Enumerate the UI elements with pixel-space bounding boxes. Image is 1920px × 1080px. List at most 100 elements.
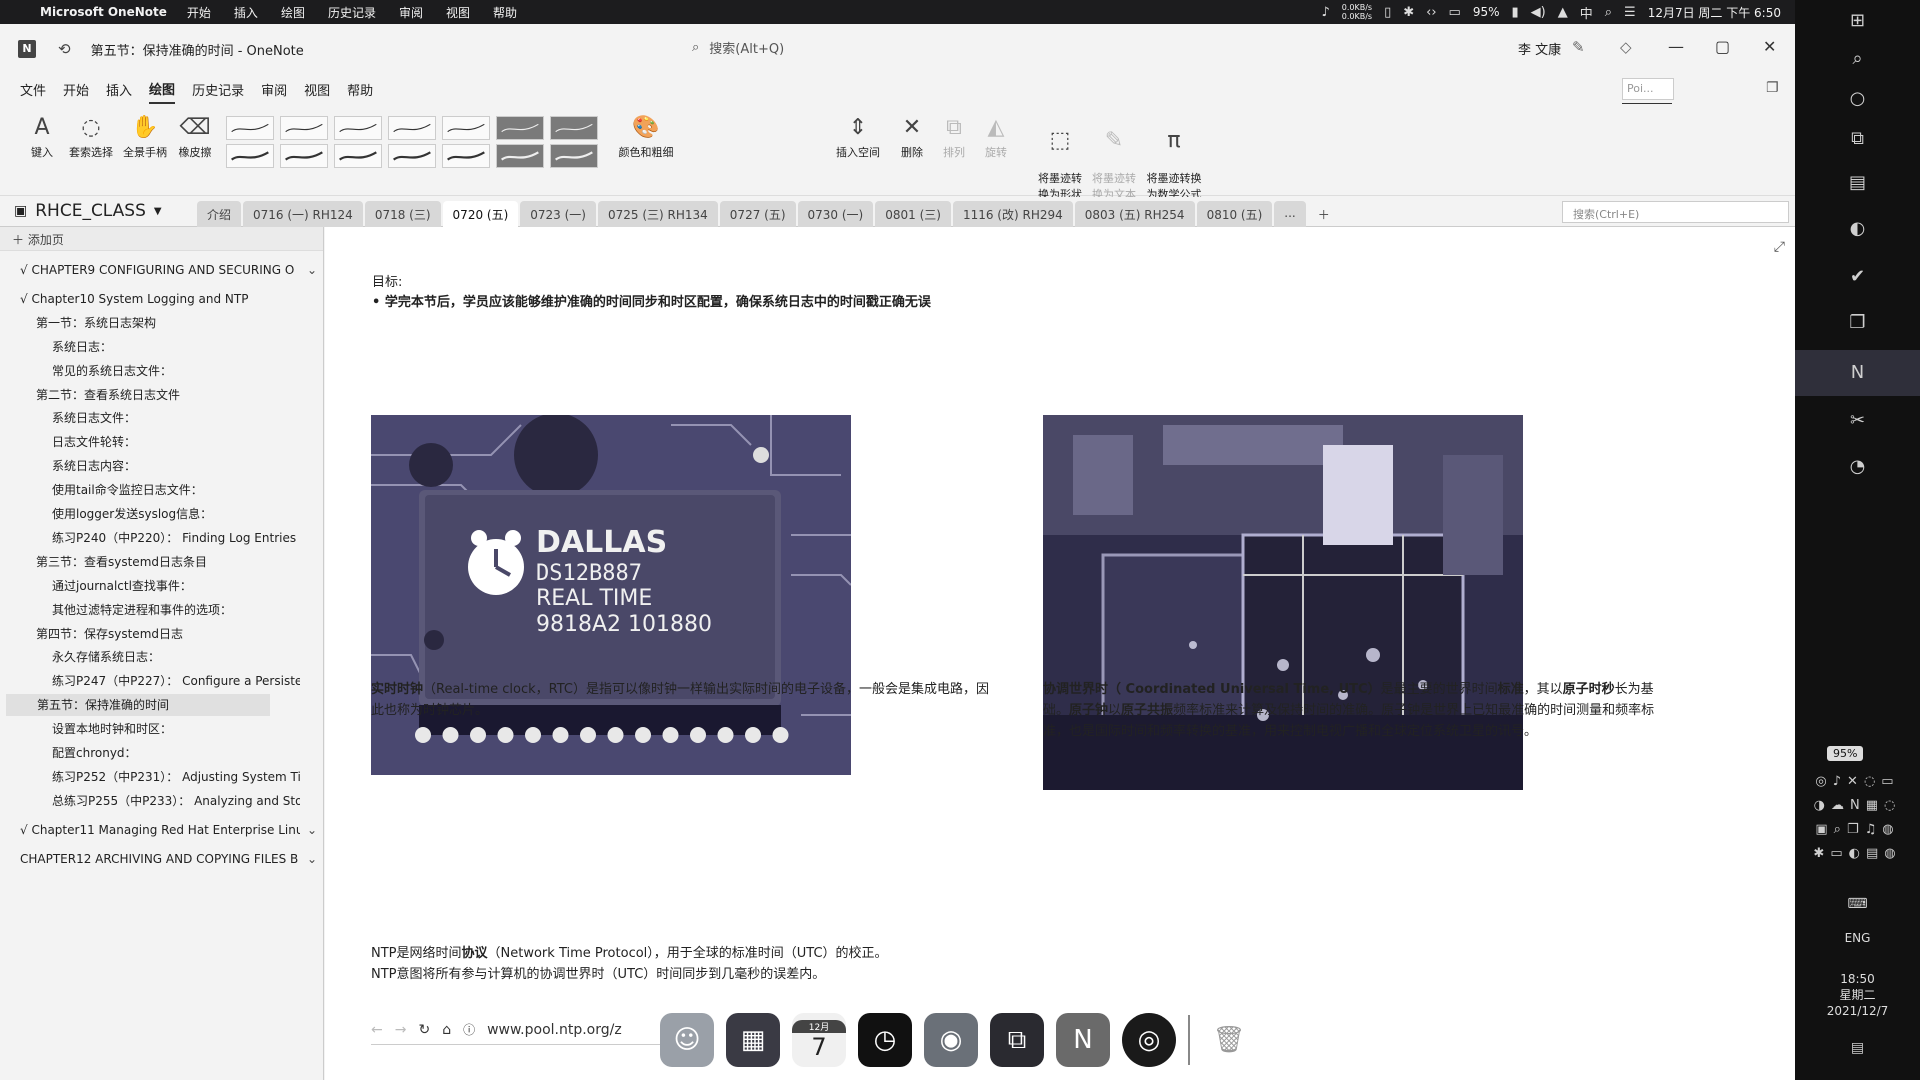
tab-history[interactable]: 历史记录 [192, 76, 244, 103]
obs-icon[interactable]: ◎ [1122, 1013, 1176, 1067]
section-tab[interactable]: 介绍 [197, 201, 242, 227]
spotlight-icon[interactable]: ⌕ [1605, 5, 1612, 20]
arrange-button[interactable]: ⧉ 排列 [936, 112, 972, 160]
calendar-icon[interactable]: 12月 7 [792, 1013, 846, 1067]
chevron-down-icon[interactable]: ⌄ [307, 263, 317, 277]
onenote-icon[interactable]: N [1056, 1013, 1110, 1067]
audio-icon[interactable]: ♪ [1321, 5, 1329, 20]
section-tab[interactable]: 1116 (改) RH294 [952, 201, 1073, 227]
section-tab[interactable]: 0723 (一) [520, 201, 596, 227]
multiwindow-icon[interactable]: ⧉ [990, 1013, 1044, 1067]
page-item[interactable]: 系统日志文件： [52, 407, 300, 429]
pen-swatch[interactable] [550, 116, 598, 140]
screenshot-icon[interactable]: ◉ [924, 1013, 978, 1067]
page-item[interactable]: 第二节：查看系统日志文件 [36, 384, 300, 406]
page-item[interactable]: 练习P247（中P227）： Configure a Persisten [52, 670, 300, 692]
task-view-icon[interactable]: ⧉ [1795, 128, 1920, 149]
back-arrow-icon[interactable]: ⟲ [58, 40, 71, 58]
diamond-icon[interactable]: ◇ [1620, 38, 1632, 56]
check-app-icon[interactable]: ✔ [1795, 266, 1920, 287]
rotate-button[interactable]: ◭ 旋转 [978, 112, 1014, 160]
section-tab[interactable]: ... [1274, 201, 1306, 227]
section-tab[interactable]: 0801 (三) [875, 201, 951, 227]
trash-icon[interactable]: 🗑 [1202, 1013, 1256, 1067]
finder-icon[interactable]: ☺ [660, 1013, 714, 1067]
tab-home[interactable]: 开始 [63, 76, 89, 103]
panel-icon[interactable]: ❐ [1766, 80, 1779, 96]
section-search-input[interactable]: 搜索(Ctrl+E) [1562, 201, 1789, 223]
chapter-item[interactable]: CHAPTER12 ARCHIVING AND COPYING FILES B [20, 848, 300, 870]
windows-logo-icon[interactable]: ⊞ [1795, 10, 1920, 31]
chevron-down-icon[interactable]: ⌄ [307, 823, 317, 837]
section-tab[interactable]: 0718 (三) [364, 201, 441, 227]
tab-review[interactable]: 审阅 [261, 76, 287, 103]
section-tab[interactable]: 0716 (一) RH124 [243, 201, 363, 227]
pen-swatch[interactable] [442, 144, 490, 168]
tab-help[interactable]: 帮助 [347, 76, 373, 103]
menu-clock[interactable]: 12月7日 周二 下午 6:50 [1648, 4, 1781, 21]
battery-indicator[interactable]: 95% [1827, 746, 1864, 761]
tab-insert[interactable]: 插入 [106, 76, 132, 103]
page-item[interactable]: 使用logger发送syslog信息： [52, 503, 300, 525]
page-canvas[interactable]: ⤢ 目标: • 学完本节后，学员应该能够维护准确的时间同步和时区配置，确保系统日… [325, 227, 1795, 1080]
pan-button[interactable]: ✋ 全景手柄 [120, 112, 170, 160]
pen-swatch[interactable] [226, 144, 274, 168]
keyboard-icon[interactable]: ⌨ [1795, 896, 1920, 912]
control-center-icon[interactable]: ☰ [1624, 5, 1636, 20]
pen-swatch[interactable] [334, 144, 382, 168]
page-item[interactable]: 第五节：保持准确的时间 [6, 694, 270, 717]
page-item[interactable]: 第一节：系统日志架构 [36, 312, 300, 334]
page-item[interactable]: 常见的系统日志文件： [52, 360, 300, 382]
page-item[interactable]: 系统日志： [52, 336, 300, 358]
chevron-down-icon[interactable]: ⌄ [307, 852, 317, 866]
code-icon[interactable]: ‹› [1426, 5, 1436, 20]
search-box[interactable]: ⌕ 搜索(Alt+Q) [692, 38, 784, 57]
page-item[interactable]: 日志文件轮转： [52, 431, 300, 453]
delete-button[interactable]: ✕ 删除 [892, 112, 932, 160]
clock-icon[interactable]: ◷ [858, 1013, 912, 1067]
pen-icon[interactable]: ✎ [1572, 38, 1585, 56]
back-icon[interactable]: ← [371, 1022, 383, 1038]
pen-swatch[interactable] [388, 144, 436, 168]
section-tab[interactable]: 0803 (五) RH254 [1074, 201, 1195, 227]
section-tab[interactable]: 0720 (五) [442, 201, 519, 227]
folder-icon[interactable]: ▤ [1795, 172, 1920, 193]
forward-icon[interactable]: → [395, 1022, 407, 1038]
section-tab[interactable]: 0810 (五) [1196, 201, 1273, 227]
mac-menu-draw[interactable]: 绘图 [281, 4, 305, 21]
mac-menu-view[interactable]: 视图 [446, 4, 470, 21]
page-item[interactable]: 其他过滤特定进程和事件的选项： [52, 599, 300, 621]
tab-draw[interactable]: 绘图 [149, 75, 176, 104]
input-method-icon[interactable]: 中 [1580, 3, 1593, 22]
volume-icon[interactable]: ◀) [1531, 5, 1546, 20]
chapter-item[interactable]: √ Chapter11 Managing Red Hat Enterprise … [20, 819, 300, 841]
reload-icon[interactable]: ↻ [418, 1022, 430, 1038]
tray-icons-row-2[interactable]: ◑☁N▦◌ [1795, 798, 1920, 813]
page-item[interactable]: 总练习P255（中P233）： Analyzing and Stori [52, 790, 300, 812]
page-item[interactable]: 通过journalctl查找事件： [52, 575, 300, 597]
insert-space-button[interactable]: ⇕ 插入空间 [830, 112, 886, 160]
launchpad-icon[interactable]: ▦ [726, 1013, 780, 1067]
battery-icon[interactable]: ▮ [1512, 5, 1519, 20]
tray-icons-row-1[interactable]: ◎♪✕◌▭ [1795, 774, 1920, 789]
mac-menu-help[interactable]: 帮助 [493, 4, 517, 21]
chapter-item[interactable]: √ CHAPTER9 CONFIGURING AND SECURING O [20, 259, 300, 281]
page-item[interactable]: 练习P240（中P220）： Finding Log Entries [52, 527, 300, 549]
section-tab[interactable]: 0725 (三) RH134 [597, 201, 718, 227]
phone-icon[interactable]: ▯ [1384, 5, 1391, 20]
bluetooth-icon[interactable]: ✱ [1403, 5, 1414, 20]
search-icon[interactable]: ⌕ [1795, 48, 1920, 69]
add-section-button[interactable]: ＋ [1308, 201, 1340, 227]
pen-swatch[interactable] [388, 116, 436, 140]
pen-swatch[interactable] [550, 144, 598, 168]
pen-swatch[interactable] [226, 116, 274, 140]
page-item[interactable]: 配置chronyd： [52, 742, 300, 764]
eraser-button[interactable]: ⌫ 橡皮擦 [174, 112, 216, 160]
dial-icon[interactable]: ◔ [1795, 456, 1920, 477]
snip-icon[interactable]: ✂ [1795, 410, 1920, 431]
taskbar-clock[interactable]: 18:50 星期二 2021/12/7 [1795, 971, 1920, 1019]
page-item[interactable]: 第三节：查看systemd日志条目 [36, 551, 300, 573]
maximize-button[interactable]: ▢ [1715, 37, 1730, 56]
cortana-icon[interactable]: ○ [1795, 88, 1920, 109]
mac-menu-review[interactable]: 审阅 [399, 4, 423, 21]
